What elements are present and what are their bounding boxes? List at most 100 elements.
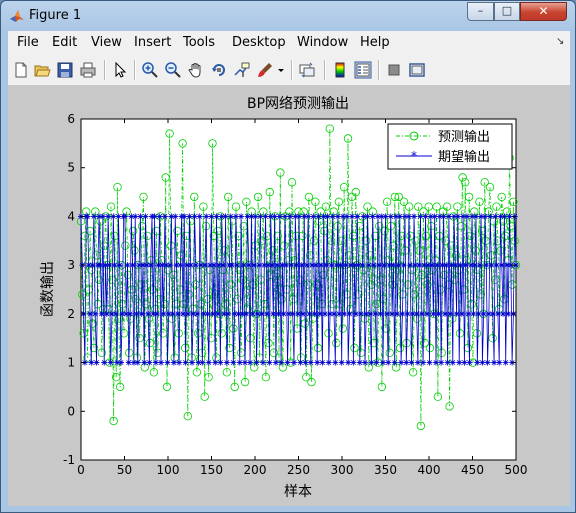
expected-point [487, 213, 494, 220]
insert-legend-icon[interactable] [354, 61, 372, 79]
expected-point [222, 213, 229, 220]
save-icon[interactable] [56, 61, 74, 79]
expected-point [196, 213, 203, 220]
expected-point [324, 213, 331, 220]
expected-point [400, 262, 407, 269]
expected-point [323, 262, 330, 269]
y-axis-label: 函数输出 [40, 261, 56, 317]
expected-point [271, 213, 278, 220]
menu-file[interactable]: File [17, 35, 39, 50]
menu-desktop[interactable]: Desktop [232, 35, 286, 50]
print-icon[interactable] [79, 61, 97, 79]
expected-point [346, 310, 353, 317]
expected-point [250, 262, 257, 269]
menu-edit[interactable]: Edit [52, 35, 77, 50]
brush-icon[interactable] [256, 61, 274, 79]
expected-point [97, 262, 104, 269]
expected-point [238, 213, 245, 220]
expected-point [387, 213, 394, 220]
expected-point [84, 213, 91, 220]
menu-help[interactable]: Help [360, 35, 390, 50]
menu-insert[interactable]: Insert [134, 35, 171, 50]
expected-point [205, 359, 212, 366]
rotate-3d-icon[interactable] [210, 61, 228, 79]
expected-point [164, 359, 171, 366]
expected-point [488, 262, 495, 269]
open-file-icon[interactable] [33, 61, 51, 79]
menu-window[interactable]: Window [297, 35, 348, 50]
data-cursor-icon[interactable] [233, 61, 251, 79]
zoom-in-icon[interactable] [141, 61, 159, 79]
expected-point [394, 310, 401, 317]
expected-point [298, 262, 305, 269]
expected-point [158, 359, 165, 366]
link-plot-icon[interactable] [298, 61, 316, 79]
expected-point [294, 310, 301, 317]
expected-point [107, 359, 114, 366]
expected-point [101, 359, 108, 366]
expected-point [466, 359, 473, 366]
expected-point [417, 213, 424, 220]
expected-point [454, 213, 461, 220]
toolbar-separator [291, 60, 293, 80]
expected-point [341, 310, 348, 317]
expected-point [252, 213, 259, 220]
expected-point [225, 310, 232, 317]
plot-svg[interactable]: 0 50 100 150 200 250 300 350 400 450 500-10123456 … [8, 86, 570, 506]
expected-point [480, 310, 487, 317]
expected-point [373, 359, 380, 366]
pan-hand-icon[interactable] [187, 61, 205, 79]
expected-point [141, 359, 148, 366]
figure-canvas[interactable]: 0 50 100 150 200 250 300 350 400 450 500 -1 0 1 2 3 4 5 6 … [8, 86, 570, 506]
expected-point [390, 262, 397, 269]
expected-point [278, 359, 285, 366]
menu-dock-arrow-icon[interactable]: ↘ [556, 36, 564, 47]
expected-point [315, 213, 322, 220]
expected-point [484, 359, 491, 366]
expected-point [209, 310, 216, 317]
expected-point [269, 262, 276, 269]
expected-point [354, 213, 361, 220]
expected-point [191, 213, 198, 220]
expected-point [276, 213, 283, 220]
expected-point [167, 262, 174, 269]
close-button[interactable]: ✕ [520, 2, 567, 21]
expected-point [382, 213, 389, 220]
new-figure-icon[interactable] [12, 61, 30, 79]
expected-point [463, 213, 470, 220]
menu-tools[interactable]: Tools [183, 35, 215, 50]
expected-point [121, 213, 128, 220]
expected-point [181, 213, 188, 220]
hide-plot-tools-icon[interactable] [385, 61, 403, 79]
expected-point [367, 310, 374, 317]
expected-point [186, 213, 193, 220]
edit-plot-arrow-icon[interactable] [111, 61, 129, 79]
insert-colorbar-icon[interactable] [331, 61, 349, 79]
expected-point [210, 262, 217, 269]
y-tick-label: 2 [67, 307, 75, 321]
show-plot-tools-icon[interactable] [408, 61, 426, 79]
chart-title: BP网络预测输出 [247, 96, 349, 112]
expected-point [418, 310, 425, 317]
expected-point [234, 262, 241, 269]
expected-point [380, 359, 387, 366]
legend[interactable]: 预测输出 * 期望输出 [387, 123, 513, 170]
expected-point [112, 310, 119, 317]
expected-point [321, 310, 328, 317]
maximize-button[interactable]: □ [494, 2, 520, 21]
expected-point [214, 310, 221, 317]
zoom-out-icon[interactable] [164, 61, 182, 79]
expected-point [502, 359, 509, 366]
brush-dropdown-chevron-down-icon[interactable] [276, 61, 286, 79]
title-bar[interactable]: Figure 1 – □ ✕ [1, 1, 575, 31]
minimize-button[interactable]: – [467, 2, 494, 21]
expected-point [274, 262, 281, 269]
expected-point [383, 310, 390, 317]
expected-point [182, 359, 189, 366]
expected-point [342, 262, 349, 269]
expected-point [115, 213, 122, 220]
expected-point [134, 359, 141, 366]
expected-point [230, 359, 237, 366]
menu-view[interactable]: View [91, 35, 122, 50]
expected-point [116, 262, 123, 269]
